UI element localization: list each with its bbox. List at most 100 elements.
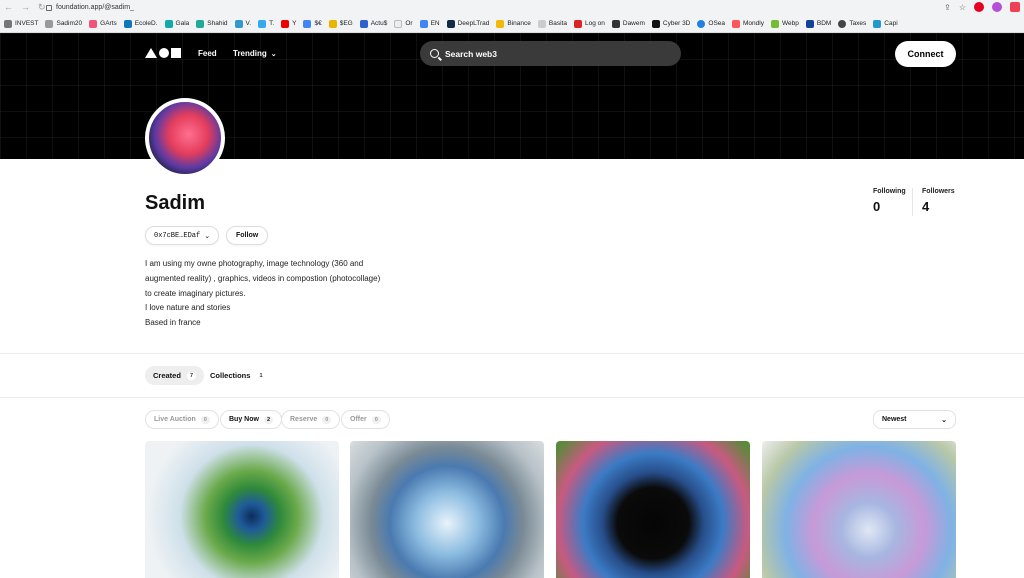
- followers-stat[interactable]: Followers 4: [922, 188, 955, 214]
- tab-collections[interactable]: Collections 1: [202, 366, 274, 385]
- filter-reserve[interactable]: Reserve 0: [281, 410, 341, 429]
- followers-label: Followers: [922, 188, 955, 195]
- bookmark-label: GArts: [100, 20, 117, 27]
- bookmark[interactable]: Webp: [770, 19, 799, 28]
- bookmark[interactable]: GArts: [89, 19, 117, 28]
- bookmark[interactable]: BDM: [805, 19, 831, 28]
- address-bar[interactable]: foundation.app/@sadim_: [46, 4, 134, 11]
- binance-icon: [496, 19, 505, 28]
- bookmark[interactable]: Actu$: [359, 19, 387, 28]
- bookmark[interactable]: Dawem: [611, 19, 645, 28]
- nft-card[interactable]: [556, 441, 750, 578]
- forward-icon[interactable]: →: [21, 2, 30, 13]
- avatar: [145, 98, 225, 178]
- bookmark-label: Or: [405, 20, 413, 27]
- bookmark[interactable]: EN: [419, 19, 440, 28]
- bookmark[interactable]: $€: [303, 19, 322, 28]
- pinterest-icon[interactable]: [974, 2, 984, 12]
- filter-live-auction[interactable]: Live Auction 0: [145, 410, 219, 429]
- extension-icon[interactable]: [992, 2, 1002, 12]
- bookmark[interactable]: Capi: [873, 19, 898, 28]
- bookmark[interactable]: Binance: [496, 19, 531, 28]
- bookmark[interactable]: DeepLTrad: [446, 19, 490, 28]
- bookmark-label: EN: [430, 20, 440, 27]
- site-icon: [651, 19, 660, 28]
- bookmark[interactable]: $EG: [328, 19, 353, 28]
- filter-count: 0: [322, 415, 332, 424]
- search-input[interactable]: Search web3: [420, 41, 681, 66]
- profile-name: Sadim: [145, 192, 206, 214]
- search-icon: [430, 49, 439, 58]
- connect-button[interactable]: Connect: [895, 41, 956, 67]
- bio-line: I love nature and stories: [145, 303, 231, 313]
- nav-feed[interactable]: Feed: [198, 49, 217, 58]
- bookmark-label: Taxes: [849, 20, 867, 27]
- tab-label: Collections: [210, 371, 251, 380]
- sort-select[interactable]: Newest ⌄: [873, 410, 956, 429]
- bookmark[interactable]: Shahid: [196, 19, 228, 28]
- bookmark[interactable]: OSea: [697, 19, 725, 28]
- opensea-icon: [697, 19, 706, 28]
- site-icon: [359, 19, 368, 28]
- bookmark[interactable]: Y: [281, 19, 296, 28]
- followers-count: 4: [922, 199, 930, 214]
- nav-trending-label: Trending: [233, 49, 267, 58]
- square-icon: [171, 48, 181, 58]
- deepl-icon: [446, 19, 455, 28]
- site-icon: [770, 19, 779, 28]
- back-icon[interactable]: ←: [4, 2, 13, 13]
- nft-card[interactable]: [350, 441, 544, 578]
- filter-buy-now[interactable]: Buy Now 2: [220, 410, 283, 429]
- tab-label: Created: [153, 371, 181, 380]
- bookmarks-bar: INVEST Sadim20 GArts EcoleD. Gala Shahid…: [0, 15, 1024, 33]
- url-text: foundation.app/@sadim_: [56, 4, 134, 11]
- chevron-down-icon: ⌄: [270, 50, 277, 58]
- bookmark[interactable]: T.: [258, 19, 275, 28]
- bookmark[interactable]: Log on: [573, 19, 605, 28]
- bookmark[interactable]: Mondly: [732, 19, 764, 28]
- bookmark[interactable]: Taxes: [838, 19, 867, 28]
- google-icon: [303, 19, 312, 28]
- star-icon[interactable]: ☆: [959, 3, 966, 12]
- bookmark-label: T.: [269, 20, 275, 27]
- tab-count: 1: [256, 371, 266, 380]
- bookmark-label: Cyber 3D: [662, 20, 691, 27]
- nav-trending[interactable]: Trending ⌄: [233, 49, 277, 58]
- reload-icon[interactable]: ↻: [38, 2, 46, 13]
- site-icon: [196, 19, 205, 28]
- nft-card[interactable]: [762, 441, 956, 578]
- following-stat[interactable]: Following 0: [873, 188, 906, 214]
- bookmark-label: Dawem: [622, 20, 645, 27]
- site-icon: [89, 19, 98, 28]
- share-icon[interactable]: ⇪: [944, 3, 951, 12]
- bookmark-label: Webp: [781, 20, 799, 27]
- bookmark-label: INVEST: [15, 20, 39, 27]
- bookmark[interactable]: Gala: [164, 19, 189, 28]
- pocket-icon[interactable]: [1010, 2, 1020, 12]
- bookmark-label: V.: [245, 20, 252, 27]
- chevron-down-icon: ⌄: [941, 416, 947, 424]
- site-icon: [123, 19, 132, 28]
- divider: [0, 397, 1024, 398]
- bookmark[interactable]: Cyber 3D: [651, 19, 691, 28]
- following-count: 0: [873, 199, 881, 214]
- bookmark[interactable]: Sadim20: [45, 19, 83, 28]
- site-icon: [537, 19, 546, 28]
- site-icon: [394, 19, 403, 28]
- bookmark-label: Sadim20: [56, 20, 83, 27]
- bookmark[interactable]: EcoleD.: [123, 19, 158, 28]
- foundation-logo[interactable]: [145, 48, 181, 58]
- filter-count: 0: [200, 415, 210, 424]
- bookmark[interactable]: Or: [394, 19, 413, 28]
- bookmark-label: DeepLTrad: [457, 20, 490, 27]
- folder-icon: [45, 19, 54, 28]
- follow-button[interactable]: Follow: [226, 226, 269, 245]
- site-icon: [234, 19, 243, 28]
- tab-created[interactable]: Created 7: [145, 366, 204, 385]
- filter-offer[interactable]: Offer 0: [341, 410, 390, 429]
- bookmark[interactable]: Basita: [537, 19, 567, 28]
- bookmark[interactable]: V.: [234, 19, 252, 28]
- wallet-address-button[interactable]: 0x7cBE…EDaf ⌄: [145, 226, 220, 245]
- nft-card[interactable]: [145, 441, 339, 578]
- bookmark[interactable]: INVEST: [4, 19, 39, 28]
